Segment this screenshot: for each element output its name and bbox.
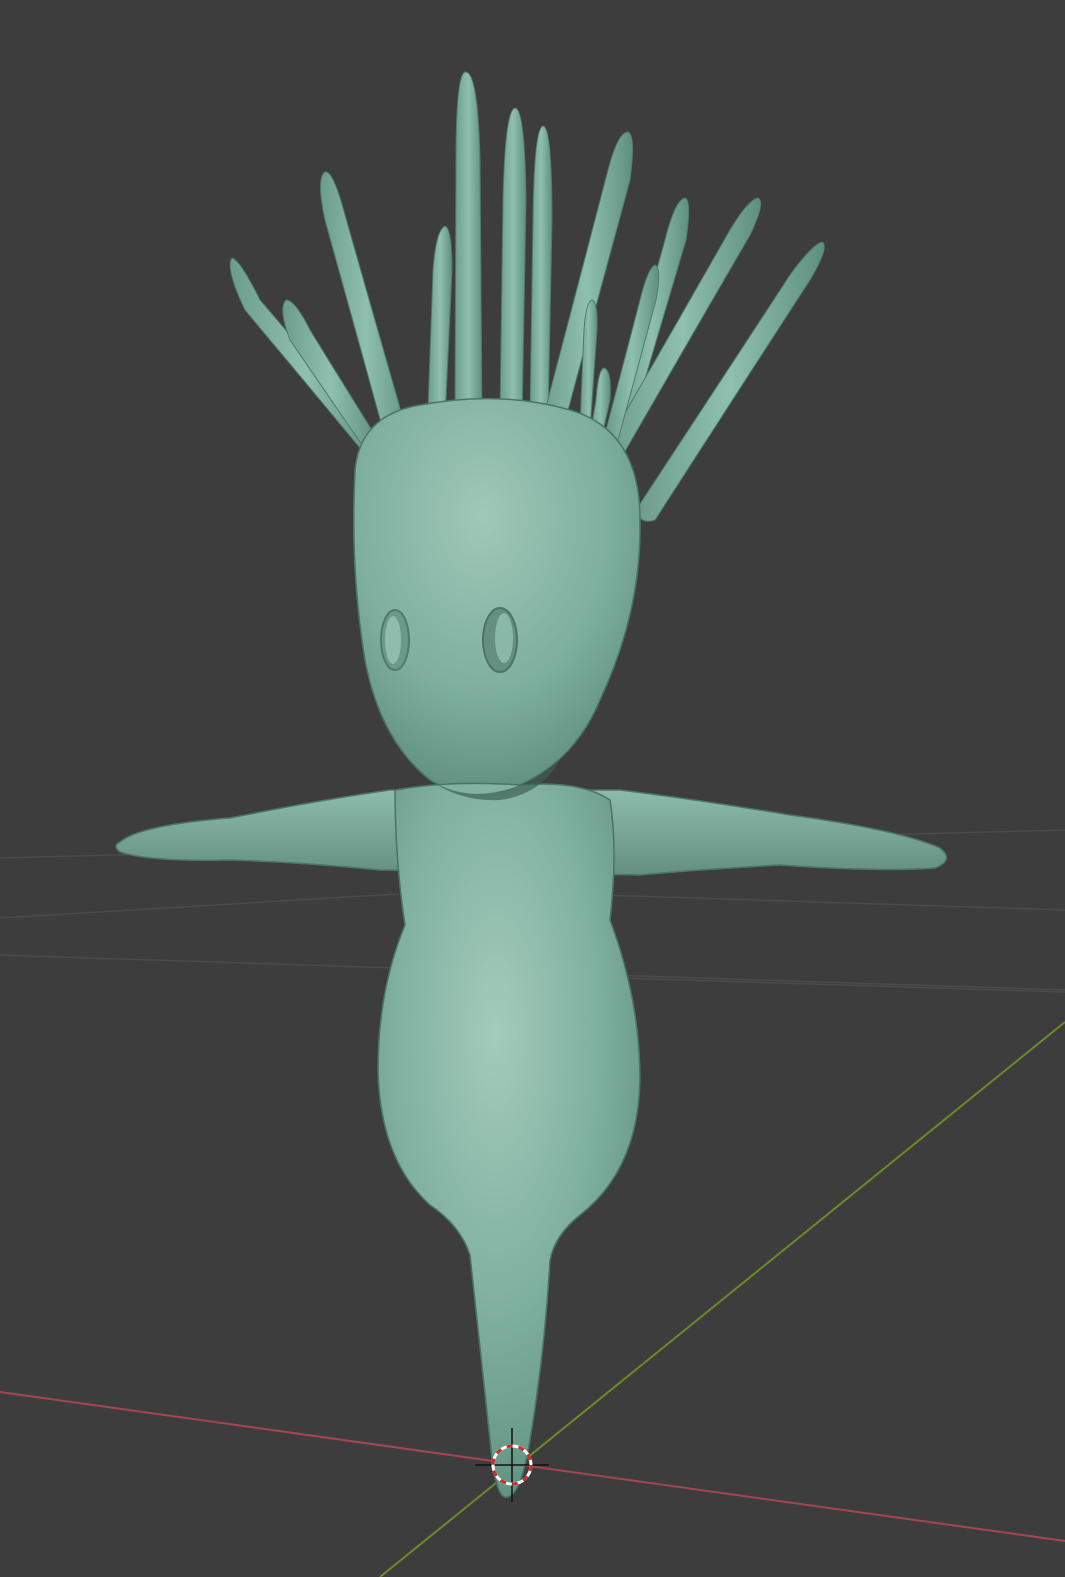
viewport-canvas[interactable] [0,0,1065,1577]
torso [377,782,641,1498]
3d-viewport[interactable] [0,0,1065,1577]
head [353,397,641,795]
sculpt-mesh[interactable] [115,71,948,1498]
